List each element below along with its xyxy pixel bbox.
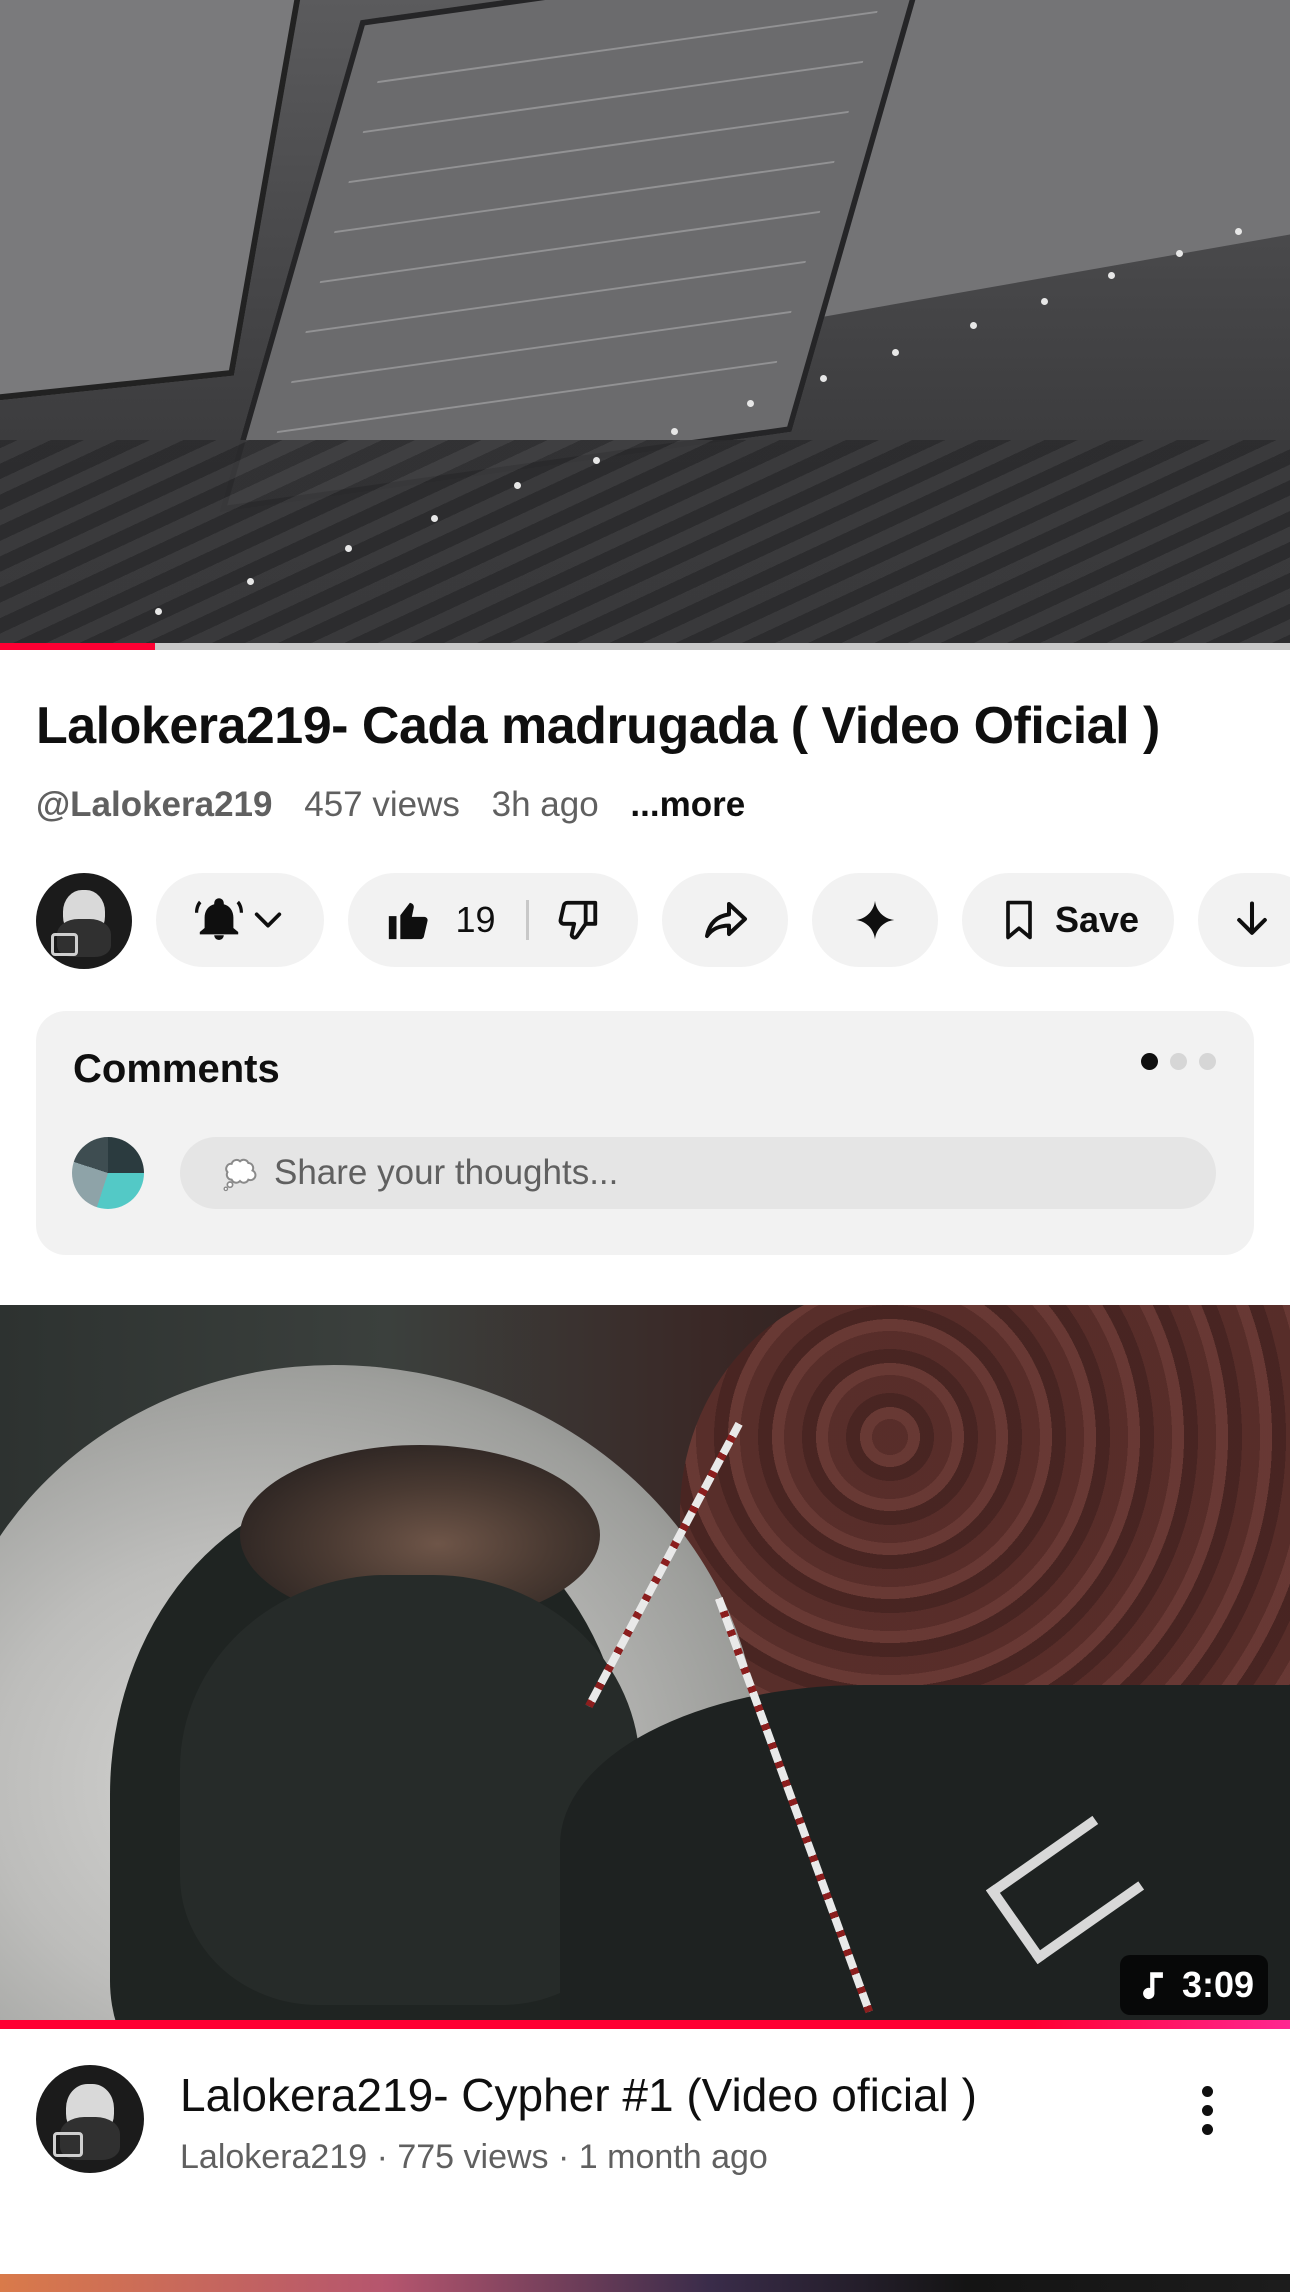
comments-heading: Comments (73, 1047, 280, 1091)
comment-input[interactable]: Share your thoughts... (180, 1137, 1216, 1209)
save-button[interactable]: Save (962, 873, 1174, 967)
download-icon (1230, 898, 1274, 942)
subscription-bell-button[interactable] (156, 873, 324, 967)
view-count: 457 views (304, 785, 460, 824)
acoustic-foam (0, 440, 1290, 650)
more-options-icon[interactable] (1190, 2070, 1224, 2150)
user-avatar (72, 1137, 144, 1209)
pager-dot-active (1141, 1053, 1158, 1070)
next-video-info[interactable]: Lalokera219- Cypher #1 (Video oficial ) … (0, 2060, 1290, 2190)
watched-progress-bar (0, 2020, 1290, 2029)
thumbs-up-icon[interactable] (385, 897, 431, 943)
action-bar: 19 Save (0, 873, 1290, 969)
channel-handle[interactable]: @Lalokera219 (36, 785, 273, 824)
next-channel-avatar[interactable] (36, 2065, 144, 2173)
daw-screen (219, 0, 933, 513)
ask-button[interactable] (812, 873, 938, 967)
bookmark-icon (997, 898, 1041, 942)
upload-age: 3h ago (491, 785, 599, 824)
comments-card[interactable]: Comments Share your thoughts... (36, 1011, 1254, 1255)
player-progress-bar[interactable] (0, 643, 1290, 650)
save-label: Save (1054, 899, 1140, 940)
thumbs-down-icon[interactable] (555, 897, 601, 943)
video-player[interactable] (0, 0, 1290, 650)
comment-placeholder: Share your thoughts... (274, 1153, 619, 1192)
video-meta: @Lalokera219 457 views 3h ago ...more (36, 785, 745, 825)
next-thumbnail-edge (0, 2274, 1290, 2292)
video-title: Lalokera219- Cada madrugada ( Video Ofic… (36, 697, 1160, 755)
bell-icon (195, 896, 243, 944)
like-separator (525, 900, 529, 940)
next-video-thumbnail[interactable]: 3:09 (0, 1305, 1290, 2025)
like-count: 19 (455, 899, 496, 940)
pager-dot (1199, 1053, 1216, 1070)
player-progress-fill (0, 643, 155, 650)
share-icon (701, 896, 749, 944)
next-video-meta: Lalokera219 · 775 views · 1 month ago (180, 2138, 768, 2176)
studio-monitor-left (0, 0, 311, 409)
thought-bubble-icon (220, 1153, 260, 1193)
share-button[interactable] (662, 873, 788, 967)
download-button[interactable] (1198, 873, 1290, 967)
next-video-title[interactable]: Lalokera219- Cypher #1 (Video oficial ) (180, 2068, 977, 2122)
sparkle-icon (853, 898, 897, 942)
like-dislike-group: 19 (348, 873, 638, 967)
music-note-icon (1136, 1966, 1170, 2004)
duration-text: 3:09 (1181, 1964, 1254, 2005)
channel-avatar[interactable] (36, 873, 132, 969)
more-button[interactable]: ...more (630, 785, 745, 824)
comments-pager (1141, 1053, 1216, 1070)
chevron-down-icon (251, 903, 285, 937)
pager-dot (1170, 1053, 1187, 1070)
duration-badge: 3:09 (1119, 1955, 1268, 2015)
